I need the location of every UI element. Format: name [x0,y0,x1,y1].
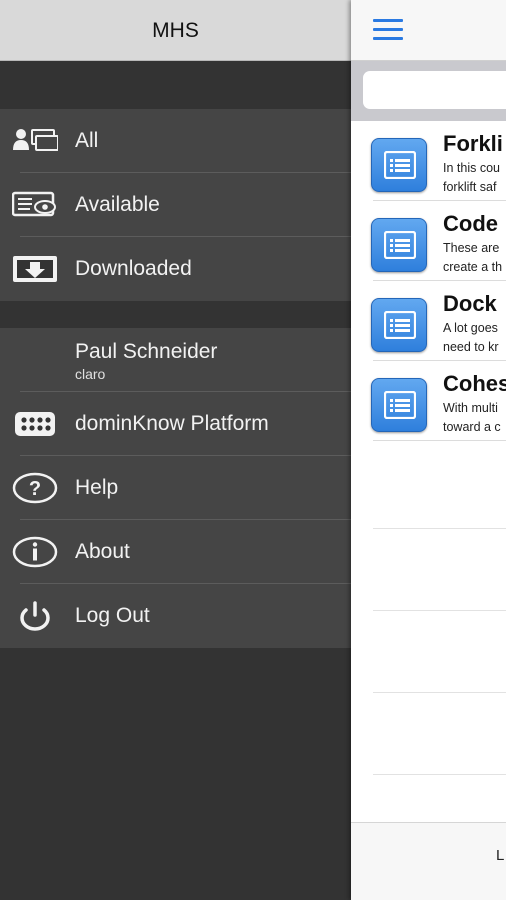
menu-help-label: Help [75,476,119,499]
filter-group: All Available Downloaded [0,109,351,301]
menu-help[interactable]: ? Help [0,456,351,520]
platform-icon [12,404,58,444]
filter-available[interactable]: Available [0,173,351,237]
empty-row-divider [373,774,506,775]
menu-about[interactable]: About [0,520,351,584]
downloaded-icon [12,249,58,289]
course-icon [371,218,427,272]
user-org: claro [75,366,106,382]
course-item[interactable]: Code These are create a th [351,201,506,281]
course-title: Forkli [443,131,503,156]
description-line: These are [443,241,500,255]
course-description: In this cou forklift saf [443,159,500,197]
menu-about-label: About [75,540,130,563]
bottom-toolbar: L [351,822,506,900]
description-line: forklift saf [443,180,497,194]
help-icon: ? [12,468,58,508]
available-icon [12,185,58,225]
drawer-title: MHS [152,19,199,42]
description-line: In this cou [443,161,500,175]
empty-row-divider [373,528,506,529]
course-icon [371,138,427,192]
course-title: Code [443,211,498,236]
divider [373,440,506,441]
search-bar [351,61,506,121]
course-icon [371,298,427,352]
course-icon [371,378,427,432]
filter-downloaded-label: Downloaded [75,257,192,280]
empty-row-divider [373,610,506,611]
description-line: A lot goes [443,321,498,335]
toolbar-label: L [496,847,505,864]
course-title: Cohes [443,371,506,396]
menu-dominknow-label: dominKnow Platform [75,412,269,435]
filter-all[interactable]: All [0,109,351,173]
drawer-header: MHS [0,0,351,61]
all-icon [12,121,58,161]
menu-log-out-label: Log Out [75,604,150,627]
course-description: With multi toward a c [443,399,501,437]
nav-bar [351,0,506,61]
description-line: With multi [443,401,498,415]
course-description: A lot goes need to kr [443,319,499,357]
course-item[interactable]: Dock A lot goes need to kr [351,281,506,361]
hamburger-icon[interactable] [373,17,405,43]
menu-log-out[interactable]: Log Out [0,584,351,648]
side-drawer: MHS All Available Downloaded Paul Schnei… [0,0,351,900]
course-description: These are create a th [443,239,502,277]
user-name: Paul Schneider [75,340,218,363]
account-group: Paul Schneider claro dominKnow Platform [0,328,351,648]
course-item[interactable]: Forkli In this cou forklift saf [351,121,506,201]
main-panel: Forkli In this cou forklift saf Code The… [351,0,506,900]
course-item[interactable]: Cohes With multi toward a c [351,361,506,441]
info-icon [12,532,58,572]
svg-text:?: ? [29,478,41,500]
empty-row-divider [373,692,506,693]
user-profile: Paul Schneider claro [0,328,351,392]
description-line: create a th [443,260,503,274]
course-list: Forkli In this cou forklift saf Code The… [351,121,506,441]
filter-all-label: All [75,129,99,152]
menu-dominknow-platform[interactable]: dominKnow Platform [0,392,351,456]
filter-downloaded[interactable]: Downloaded [0,237,351,301]
description-line: toward a c [443,420,501,434]
description-line: need to kr [443,340,499,354]
search-input[interactable] [363,71,506,109]
course-title: Dock [443,291,497,316]
filter-available-label: Available [75,193,160,216]
power-icon [12,596,58,636]
